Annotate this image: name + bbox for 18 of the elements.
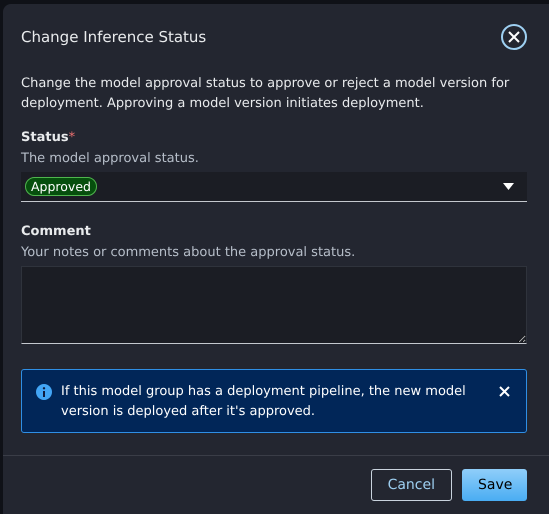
dismiss-icon[interactable]	[499, 386, 510, 397]
field-label: Comment	[21, 224, 92, 239]
cancel-button[interactable]: Cancel	[370, 469, 452, 501]
close-button[interactable]	[501, 24, 527, 50]
dialog-title: Change Inference Status	[21, 28, 206, 46]
field-description: The model approval status.	[21, 151, 200, 166]
field-label: Status	[21, 130, 69, 145]
required-mark: *	[68, 130, 76, 145]
dialog-description: Change the model approval status to approve or reject a model version for deployment. Approving a model version initiates deployment.	[21, 75, 510, 113]
status-dropdown[interactable]: Approved	[21, 172, 527, 202]
close-icon	[508, 31, 520, 43]
alert-message: If this model group has a deployment pipeline, the new model version is deployed after it's approved.	[61, 383, 467, 421]
caret-icon	[503, 183, 514, 190]
status-badge: Approved	[25, 177, 97, 196]
field-description: Your notes or comments about the approval status.	[21, 245, 356, 260]
info-icon	[36, 384, 52, 400]
comment-field[interactable]	[21, 266, 527, 344]
save-button[interactable]: Save	[462, 469, 527, 501]
